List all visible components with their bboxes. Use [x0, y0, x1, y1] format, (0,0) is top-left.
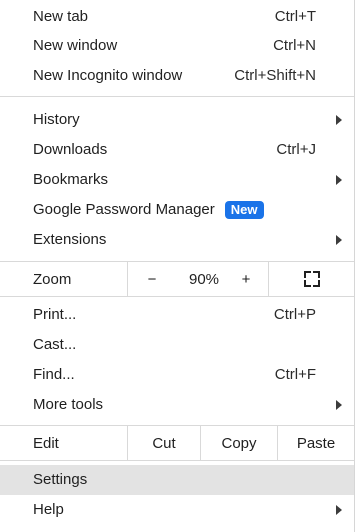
- copy-button[interactable]: Copy: [201, 426, 277, 460]
- more-tools-label: More tools: [33, 396, 104, 413]
- menu-item-extensions[interactable]: Extensions: [0, 225, 354, 255]
- zoom-row: Zoom − 90% +: [0, 262, 354, 296]
- menu-item-new-window[interactable]: New window Ctrl+N: [0, 31, 354, 61]
- menu-item-more-tools[interactable]: More tools: [0, 390, 354, 420]
- submenu-arrow-icon: [336, 505, 342, 515]
- menu-separator: [0, 460, 354, 461]
- settings-label: Settings: [33, 471, 88, 488]
- menu-item-new-tab[interactable]: New tab Ctrl+T: [0, 2, 354, 32]
- edit-label: Edit: [33, 434, 59, 452]
- downloads-shortcut: Ctrl+J: [276, 141, 316, 158]
- password-manager-label: Google Password Manager: [33, 201, 215, 218]
- new-window-label: New window: [33, 37, 118, 54]
- menu-separator: [0, 96, 354, 97]
- submenu-arrow-icon: [336, 175, 342, 185]
- fullscreen-icon: [303, 271, 320, 287]
- zoom-in-button[interactable]: +: [228, 262, 264, 296]
- cast-label: Cast...: [33, 336, 77, 353]
- zoom-out-button[interactable]: −: [132, 262, 172, 296]
- zoom-divider: [127, 262, 128, 296]
- menu-item-print[interactable]: Print... Ctrl+P: [0, 300, 354, 330]
- menu-item-bookmarks[interactable]: Bookmarks: [0, 165, 354, 195]
- find-shortcut: Ctrl+F: [274, 366, 316, 383]
- menu-item-password-manager[interactable]: Google Password Manager New: [0, 195, 354, 225]
- submenu-arrow-icon: [336, 400, 342, 410]
- cut-button[interactable]: Cut: [128, 426, 200, 460]
- print-shortcut: Ctrl+P: [273, 306, 316, 323]
- zoom-level-value: 90%: [188, 270, 220, 288]
- extensions-label: Extensions: [33, 231, 107, 248]
- find-label: Find...: [33, 366, 75, 383]
- new-tab-shortcut: Ctrl+T: [274, 8, 316, 25]
- downloads-label: Downloads: [33, 141, 108, 158]
- menu-separator: [0, 296, 354, 297]
- menu-item-find[interactable]: Find... Ctrl+F: [0, 360, 354, 390]
- zoom-label: Zoom: [33, 270, 72, 288]
- help-label: Help: [33, 501, 64, 518]
- menu-item-new-incognito-window[interactable]: New Incognito window Ctrl+Shift+N: [0, 61, 354, 91]
- print-label: Print...: [33, 306, 77, 323]
- menu-item-settings[interactable]: Settings: [0, 465, 354, 495]
- submenu-arrow-icon: [336, 115, 342, 125]
- new-window-shortcut: Ctrl+N: [273, 37, 316, 54]
- history-label: History: [33, 111, 80, 128]
- menu-item-help[interactable]: Help: [0, 495, 354, 525]
- paste-button[interactable]: Paste: [278, 426, 354, 460]
- new-incognito-shortcut: Ctrl+Shift+N: [234, 67, 316, 84]
- menu-item-downloads[interactable]: Downloads Ctrl+J: [0, 135, 354, 165]
- fullscreen-button[interactable]: [269, 262, 354, 296]
- new-tab-label: New tab: [33, 8, 89, 25]
- edit-row: Edit Cut Copy Paste: [0, 426, 354, 460]
- menu-item-cast[interactable]: Cast...: [0, 330, 354, 360]
- chrome-main-menu: New tab Ctrl+T New window Ctrl+N New Inc…: [0, 0, 355, 532]
- new-badge: New: [224, 201, 264, 220]
- new-incognito-label: New Incognito window: [33, 67, 183, 84]
- submenu-arrow-icon: [336, 235, 342, 245]
- menu-item-history[interactable]: History: [0, 105, 354, 135]
- password-manager-label-wrap: Google Password Manager New: [33, 195, 264, 225]
- bookmarks-label: Bookmarks: [33, 171, 109, 188]
